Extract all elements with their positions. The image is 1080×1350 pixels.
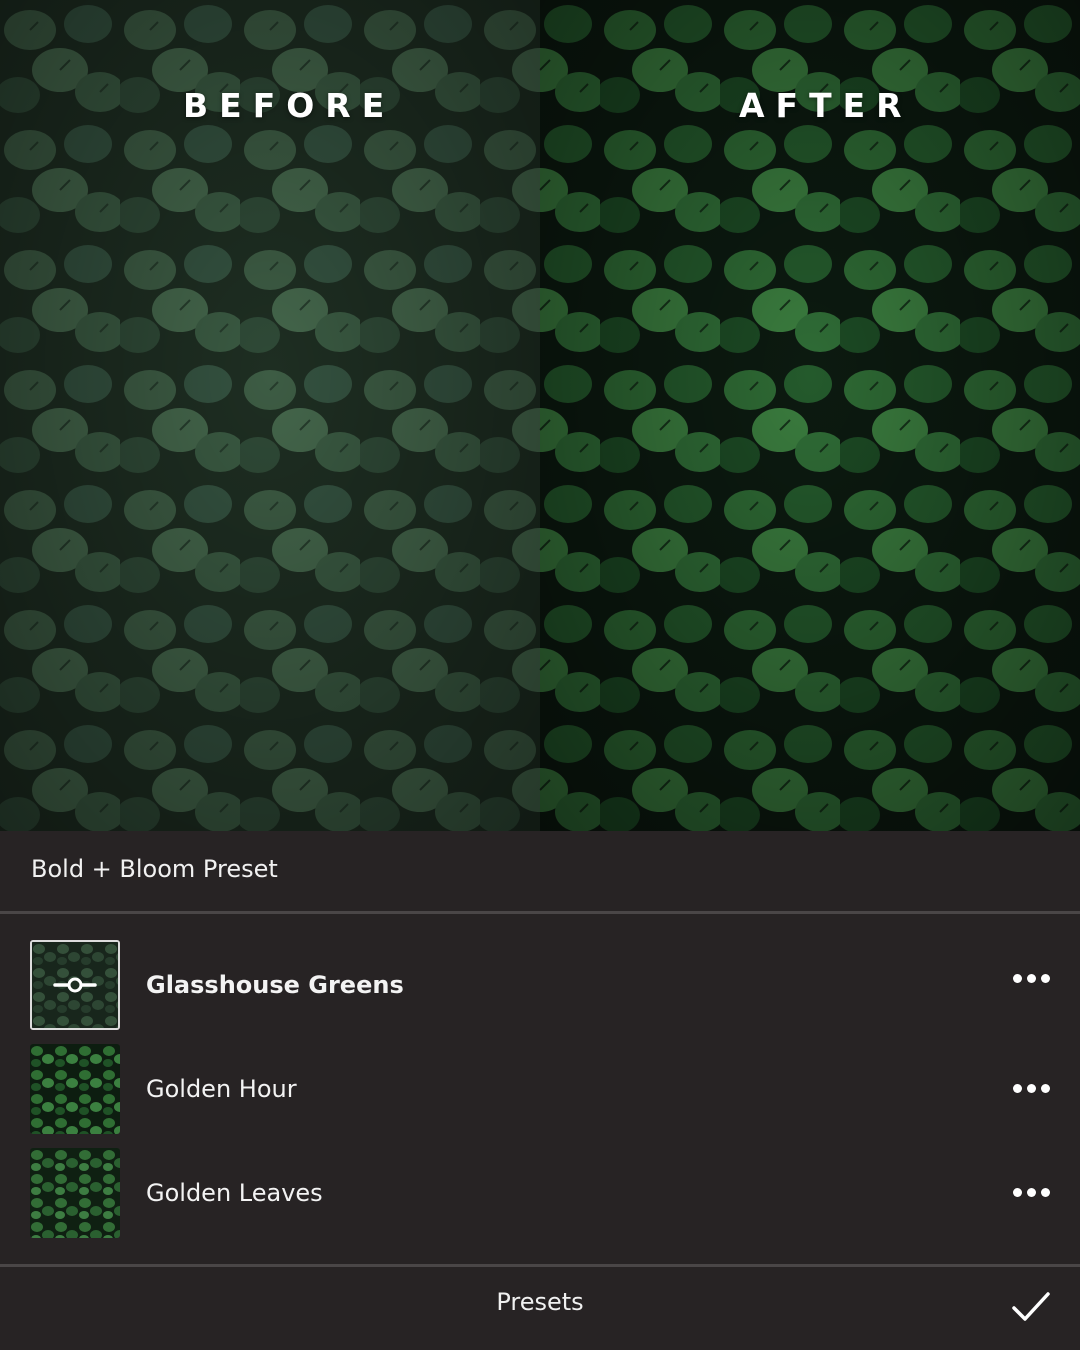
preset-thumbnail bbox=[30, 1148, 120, 1238]
preset-row-glasshouse-greens[interactable]: Glasshouse Greens bbox=[0, 940, 1080, 1030]
divider bbox=[0, 1264, 1080, 1267]
divider bbox=[0, 911, 1080, 914]
preset-name: Glasshouse Greens bbox=[146, 971, 404, 999]
preset-collection-title: Bold + Bloom Preset bbox=[31, 855, 278, 883]
presets-tab-label[interactable]: Presets bbox=[0, 1288, 1080, 1316]
preset-row-golden-hour[interactable]: Golden Hour bbox=[0, 1044, 1080, 1134]
more-options-icon[interactable] bbox=[1012, 1078, 1052, 1098]
before-image: BEFORE bbox=[0, 0, 540, 831]
preset-name: Golden Leaves bbox=[146, 1179, 323, 1207]
preset-thumbnail bbox=[30, 1044, 120, 1134]
checkmark-icon[interactable] bbox=[1010, 1290, 1052, 1324]
preset-thumbnail bbox=[30, 940, 120, 1030]
more-options-icon[interactable] bbox=[1012, 1182, 1052, 1202]
preset-name: Golden Hour bbox=[146, 1075, 297, 1103]
more-options-icon[interactable] bbox=[1012, 968, 1052, 988]
preset-row-golden-leaves[interactable]: Golden Leaves bbox=[0, 1148, 1080, 1238]
after-label: AFTER bbox=[739, 86, 913, 125]
sliders-icon bbox=[53, 977, 97, 993]
before-after-preview: BEFORE AFTER bbox=[0, 0, 1080, 831]
before-label: BEFORE bbox=[183, 86, 396, 125]
